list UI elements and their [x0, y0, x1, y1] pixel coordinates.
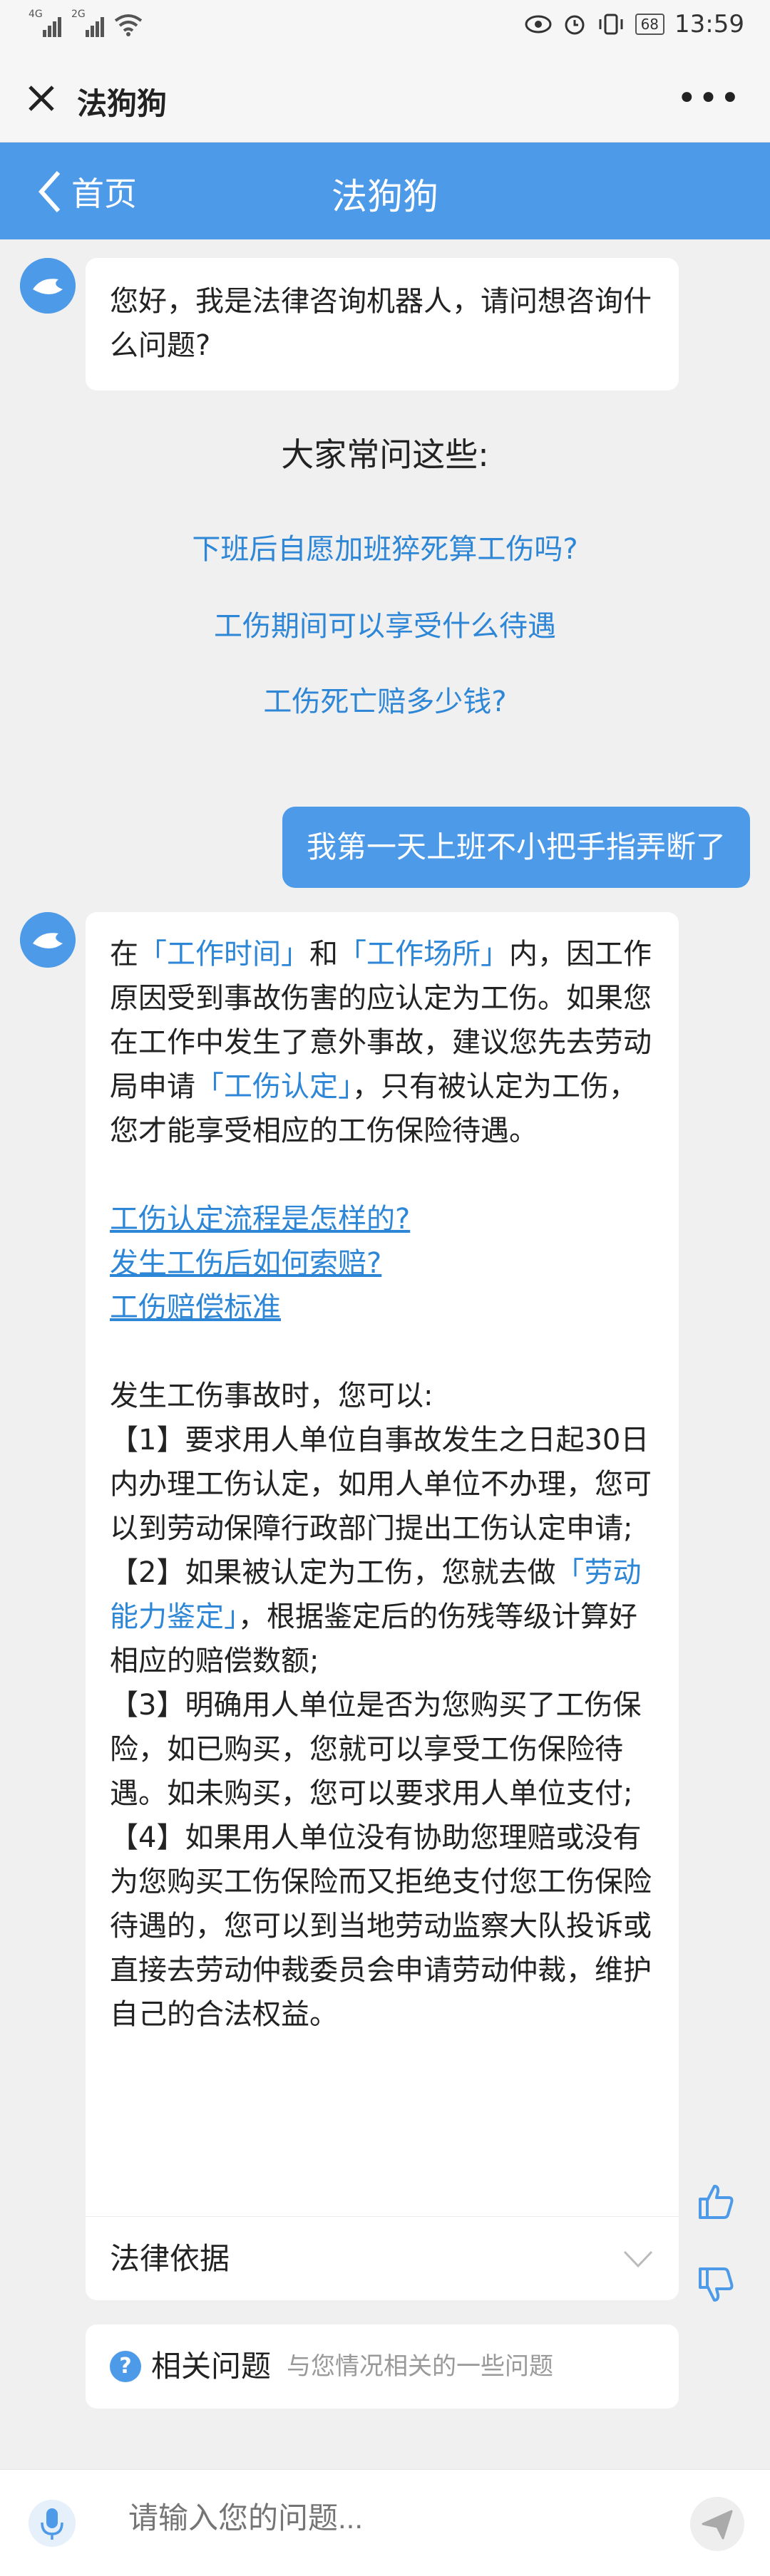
- answer-bubble: 在「工作时间」和「工作场所」内，因工作原因受到事故伤害的应认定为工伤。如果您在工…: [86, 912, 679, 2300]
- faq-item[interactable]: 工伤死亡赔多少钱?: [0, 678, 770, 720]
- greeting-bubble: 您好，我是法律咨询机器人，请问想咨询什么问题?: [86, 258, 679, 390]
- vibrate-icon: [599, 14, 623, 35]
- back-label: 首页: [71, 175, 137, 213]
- app-title: 法狗狗: [77, 86, 168, 121]
- step-4: 【4】如果用人单位没有协助您理赔或没有为您购买工伤保险而又拒绝支付您工伤保险待遇…: [110, 1821, 652, 2031]
- alarm-icon: [565, 15, 585, 35]
- related-subtitle: 与您情况相关的一些问题: [287, 2352, 554, 2381]
- term-work-time[interactable]: 「工作时间」: [138, 938, 309, 971]
- step-2: 【2】如果被认定为工伤，您就去做「劳动能力鉴定」，根据鉴定后的伤残等级计算好相应…: [110, 1551, 654, 1683]
- step-3: 【3】明确用人单位是否为您购买了工伤保险，如已购买，您就可以享受工伤保险待遇。如…: [110, 1689, 642, 1810]
- related-link[interactable]: 工伤认定流程是怎样的?: [110, 1197, 654, 1241]
- greeting-text: 您好，我是法律咨询机器人，请问想咨询什么问题?: [110, 285, 652, 362]
- question-icon: ?: [110, 2351, 141, 2382]
- related-questions-card[interactable]: ? 相关问题 与您情况相关的一些问题: [86, 2324, 679, 2409]
- user-message-bubble: 我第一天上班不小把手指弄断了: [282, 807, 750, 888]
- thumbs-down-icon[interactable]: [694, 2263, 737, 2306]
- nav-bar: 首页 法狗狗: [0, 143, 770, 239]
- answer-intro: 在「工作时间」和「工作场所」内，因工作原因受到事故伤害的应认定为工伤。如果您在工…: [110, 932, 654, 1153]
- question-input[interactable]: [128, 2501, 684, 2535]
- status-bar: 4G 2G 68 13:59: [0, 0, 770, 57]
- status-time: 13:59: [674, 10, 744, 38]
- signal-icon: 4G: [29, 9, 61, 37]
- step-1: 【1】要求用人单位自事故发生之日起30日内办理工伤认定，如用人单位不办理，您可以…: [110, 1424, 652, 1545]
- answer-text: 在: [110, 938, 138, 971]
- network-type-label-2: 2G: [71, 9, 86, 20]
- close-icon[interactable]: [20, 77, 63, 120]
- chevron-left-icon: [38, 171, 61, 212]
- answer-text: 和: [309, 938, 338, 971]
- related-link[interactable]: 发生工伤后如何索赔?: [110, 1241, 654, 1286]
- thumbs-up-icon[interactable]: [694, 2181, 737, 2223]
- microphone-icon[interactable]: [29, 2500, 76, 2547]
- related-title: 相关问题: [151, 2349, 272, 2384]
- back-button[interactable]: 首页: [37, 168, 137, 215]
- user-message-text: 我第一天上班不小把手指弄断了: [306, 829, 726, 864]
- term-injury-recognition[interactable]: 「工伤认定」: [195, 1070, 352, 1103]
- signal-icon-2: 2G: [71, 9, 104, 37]
- legal-basis-toggle[interactable]: 法律依据: [86, 2216, 679, 2300]
- answer-text: 【2】如果被认定为工伤，您就去做: [110, 1556, 556, 1589]
- more-options-icon[interactable]: •••: [677, 78, 741, 118]
- term-work-place[interactable]: 「工作场所」: [338, 938, 509, 971]
- input-bar: [0, 2469, 770, 2576]
- steps-title: 发生工伤事故时，您可以:: [110, 1380, 433, 1412]
- legal-basis-label: 法律依据: [110, 2240, 230, 2276]
- send-icon[interactable]: [690, 2497, 744, 2551]
- bot-avatar: [20, 912, 76, 968]
- app-bar: 法狗狗 •••: [0, 57, 770, 143]
- faq-item[interactable]: 下班后自愿加班猝死算工伤吗?: [0, 526, 770, 567]
- network-type-label: 4G: [29, 9, 43, 20]
- related-link[interactable]: 工伤赔偿标准: [110, 1286, 654, 1330]
- bot-avatar: [20, 258, 76, 314]
- wifi-icon: [114, 14, 143, 36]
- faq-item[interactable]: 工伤期间可以享受什么待遇: [0, 603, 770, 644]
- chevron-down-icon: [623, 2250, 653, 2267]
- battery-indicator: 68: [635, 14, 665, 35]
- eye-icon: [525, 15, 552, 33]
- faq-heading: 大家常问这些:: [281, 435, 489, 474]
